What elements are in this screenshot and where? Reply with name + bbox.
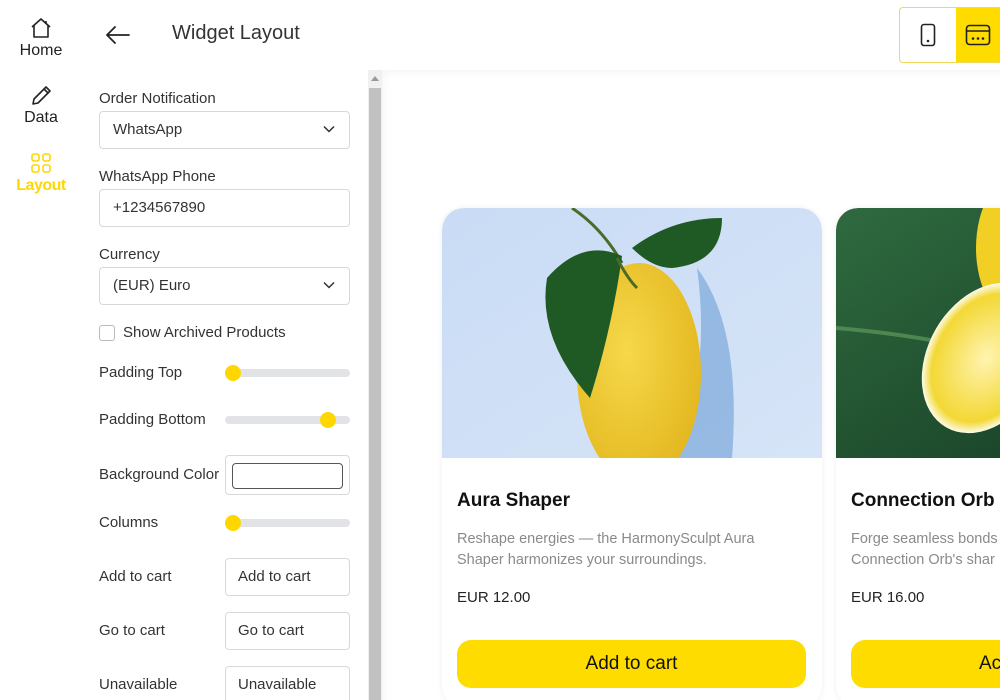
app-root: Home Data Layout Widget Layout Order Not…: [0, 0, 1000, 700]
currency-value: (EUR) Euro: [113, 277, 191, 294]
description-line: Connection Orb's shar: [851, 552, 995, 568]
padding-bottom-label: Padding Bottom: [99, 411, 206, 428]
arrow-left-icon: [106, 26, 130, 44]
add-to-cart-input[interactable]: Add to cart: [225, 558, 350, 596]
description-line: Reshape energies — the HarmonySculpt Aur…: [457, 531, 755, 547]
background-color-swatch[interactable]: [232, 463, 343, 489]
scroll-thumb[interactable]: [369, 88, 381, 700]
show-archived-label: Show Archived Products: [123, 324, 286, 341]
whatsapp-phone-value: +1234567890: [113, 199, 206, 216]
product-title: Connection Orb: [851, 490, 995, 511]
background-color-field: [225, 455, 350, 495]
product-price: EUR 12.00: [457, 589, 531, 606]
nav-item-layout[interactable]: Layout: [0, 150, 82, 195]
add-to-cart-button[interactable]: Ac: [851, 640, 1000, 688]
add-to-cart-value: Add to cart: [238, 568, 311, 585]
desktop-view-button[interactable]: [956, 8, 1000, 62]
widget-preview: Aura Shaper Reshape energies — the Harmo…: [382, 70, 1000, 700]
columns-label: Columns: [99, 514, 159, 531]
padding-bottom-slider[interactable]: [225, 412, 350, 428]
show-archived-checkbox[interactable]: [99, 325, 115, 341]
mobile-view-button[interactable]: [900, 8, 956, 62]
nav-rail: Home Data Layout: [0, 0, 82, 700]
add-to-cart-button[interactable]: Add to cart: [457, 640, 806, 688]
slider-thumb[interactable]: [225, 515, 241, 531]
description-line: Forge seamless bonds: [851, 531, 998, 547]
caret-up-icon: [371, 75, 379, 81]
add-to-cart-label: Add to cart: [99, 568, 172, 585]
whatsapp-phone-label: WhatsApp Phone: [99, 168, 216, 185]
currency-label: Currency: [99, 246, 160, 263]
nav-item-data[interactable]: Data: [0, 82, 82, 127]
nav-item-label: Layout: [16, 177, 66, 194]
product-image: [836, 208, 1000, 458]
back-button[interactable]: [104, 22, 132, 48]
nav-item-label: Data: [24, 109, 58, 126]
halved-lemon-photo: [836, 208, 1000, 458]
product-description: Reshape energies — the HarmonySculpt Aur…: [457, 529, 797, 571]
padding-top-slider[interactable]: [225, 365, 350, 381]
order-notification-value: WhatsApp: [113, 121, 183, 138]
product-card: Aura Shaper Reshape energies — the Harmo…: [442, 208, 822, 700]
currency-select[interactable]: (EUR) Euro: [99, 267, 350, 305]
lemon-with-leaves-photo: [442, 208, 822, 458]
description-line: Shaper harmonizes your surroundings.: [457, 552, 707, 568]
padding-top-label: Padding Top: [99, 364, 183, 381]
go-to-cart-label: Go to cart: [99, 622, 165, 639]
product-title: Aura Shaper: [457, 490, 570, 511]
scroll-up-button[interactable]: [368, 70, 382, 86]
unavailable-value: Unavailable: [238, 676, 317, 693]
home-icon: [31, 18, 51, 38]
settings-scrollbar[interactable]: [368, 70, 382, 700]
nav-item-label: Home: [19, 42, 63, 59]
unavailable-label: Unavailable: [99, 676, 178, 693]
product-description: Forge seamless bonds Connection Orb's sh…: [851, 529, 1000, 571]
chevron-down-icon: [323, 125, 335, 133]
slider-thumb[interactable]: [319, 412, 336, 428]
go-to-cart-value: Go to cart: [238, 622, 304, 639]
order-notification-label: Order Notification: [99, 90, 216, 107]
view-toggle: [899, 7, 1000, 63]
slider-thumb[interactable]: [225, 365, 241, 381]
background-color-label: Background Color: [99, 466, 220, 483]
browser-window-icon: [965, 24, 991, 46]
product-image: [442, 208, 822, 458]
mobile-icon: [920, 23, 936, 47]
whatsapp-phone-input[interactable]: +1234567890: [99, 189, 350, 227]
go-to-cart-input[interactable]: Go to cart: [225, 612, 350, 650]
unavailable-input[interactable]: Unavailable: [225, 666, 350, 700]
grid-icon: [31, 153, 51, 173]
page-title: Widget Layout: [172, 22, 300, 44]
product-price: EUR 16.00: [851, 589, 925, 606]
pencil-icon: [32, 86, 51, 105]
product-card: Connection Orb Forge seamless bonds Conn…: [836, 208, 1000, 700]
settings-panel: Order Notification WhatsApp WhatsApp Pho…: [82, 70, 368, 700]
chevron-down-icon: [323, 281, 335, 289]
order-notification-select[interactable]: WhatsApp: [99, 111, 350, 149]
nav-item-home[interactable]: Home: [0, 15, 82, 60]
columns-slider[interactable]: [225, 515, 350, 531]
